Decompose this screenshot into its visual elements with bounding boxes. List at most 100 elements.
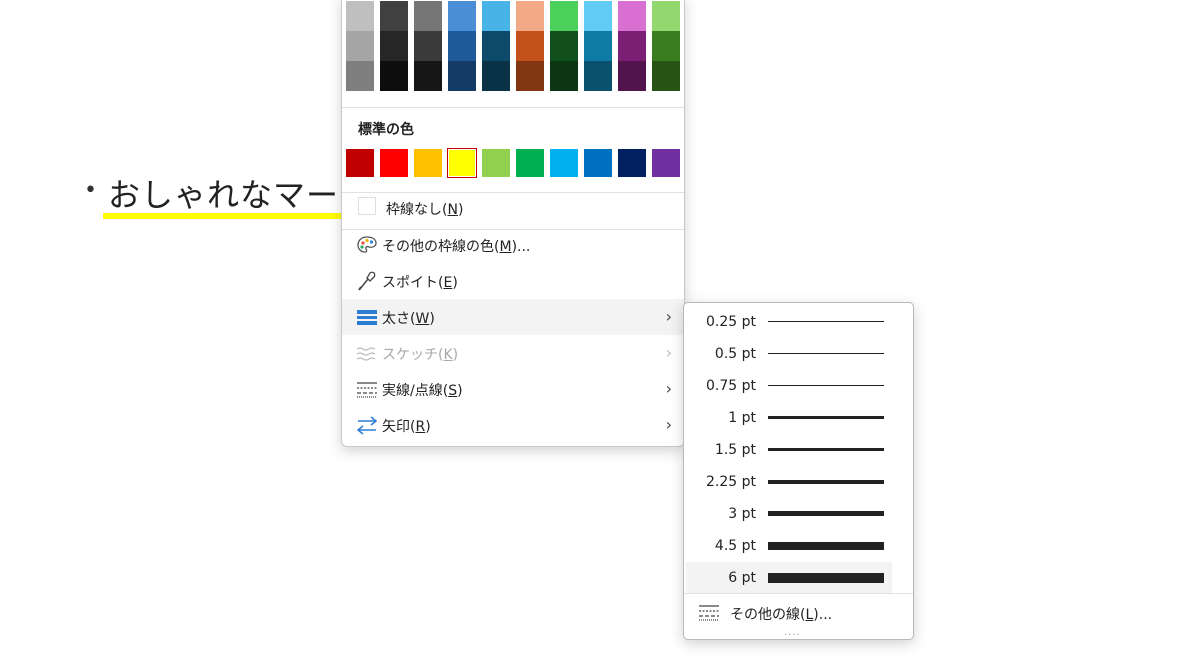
standard-color-swatch[interactable]: [346, 149, 374, 177]
theme-color-swatch[interactable]: [652, 31, 680, 61]
standard-color-swatch[interactable]: [516, 149, 544, 177]
weight-label: 2.25 pt: [706, 474, 756, 490]
theme-color-swatch[interactable]: [414, 31, 442, 61]
theme-color-swatch[interactable]: [584, 1, 612, 31]
theme-color-swatch[interactable]: [346, 31, 374, 61]
theme-col-1: [380, 1, 408, 91]
eyedropper-label: スポイト(E): [382, 275, 458, 291]
theme-col-0: [346, 1, 374, 91]
dash-icon: [356, 379, 378, 399]
line-weight-label: 太さ(W): [382, 311, 435, 327]
weight-option[interactable]: 4.5 pt: [686, 530, 892, 562]
standard-color-swatch[interactable]: [414, 149, 442, 177]
theme-color-swatch[interactable]: [652, 1, 680, 31]
bullet: •: [84, 178, 97, 203]
theme-color-swatch[interactable]: [550, 31, 578, 61]
theme-color-swatch[interactable]: [618, 61, 646, 91]
theme-color-swatch[interactable]: [482, 61, 510, 91]
weight-option[interactable]: 2.25 pt: [686, 466, 892, 498]
weight-label: 3 pt: [728, 506, 756, 522]
arrows-item[interactable]: 矢印(R) ›: [342, 407, 684, 443]
standard-color-swatch[interactable]: [618, 149, 646, 177]
theme-color-swatch[interactable]: [414, 1, 442, 31]
theme-color-swatch[interactable]: [380, 1, 408, 31]
theme-color-swatch[interactable]: [550, 1, 578, 31]
theme-color-swatch[interactable]: [618, 31, 646, 61]
theme-color-swatch[interactable]: [346, 1, 374, 31]
theme-color-swatch[interactable]: [482, 31, 510, 61]
standard-colors-title: 標準の色: [358, 122, 414, 138]
sketch-item[interactable]: スケッチ(K) ›: [342, 335, 684, 371]
theme-color-swatch[interactable]: [618, 1, 646, 31]
theme-color-swatch[interactable]: [380, 61, 408, 91]
eyedropper-item[interactable]: スポイト(E): [342, 263, 684, 299]
theme-color-swatch[interactable]: [516, 1, 544, 31]
sketch-label: スケッチ(K): [382, 347, 459, 363]
theme-color-swatch[interactable]: [516, 31, 544, 61]
weight-option[interactable]: 0.25 pt: [686, 306, 892, 338]
weight-line-preview: [768, 542, 884, 550]
weight-line-preview: [768, 353, 884, 354]
weight-option[interactable]: 3 pt: [686, 498, 892, 530]
weight-label: 0.75 pt: [706, 378, 756, 394]
weight-line-preview: [768, 573, 884, 583]
arrows-label: 矢印(R): [382, 419, 431, 435]
chevron-right-icon: ›: [665, 415, 672, 434]
theme-color-swatch[interactable]: [448, 31, 476, 61]
theme-color-swatch[interactable]: [584, 61, 612, 91]
theme-col-3: [448, 1, 476, 91]
weight-label: 1.5 pt: [714, 442, 756, 458]
line-weight-item[interactable]: 太さ(W) ›: [342, 299, 684, 335]
divider: [342, 192, 684, 193]
weight-option[interactable]: 1 pt: [686, 402, 892, 434]
theme-color-swatch[interactable]: [652, 61, 680, 91]
theme-color-swatch[interactable]: [516, 61, 544, 91]
weight-line-preview: [768, 416, 884, 419]
weight-line-preview: [768, 448, 884, 451]
border-color-menu: 標準の色 枠線なし(N) その他の枠線の色(M)... スポイト(E) 太さ(W…: [341, 0, 685, 447]
more-border-colors-label: その他の枠線の色(M)...: [382, 239, 531, 255]
theme-col-2: [414, 1, 442, 91]
weight-label: 1 pt: [728, 410, 756, 426]
chevron-right-icon: ›: [665, 379, 672, 398]
dash-type-label: 実線/点線(S): [382, 383, 463, 399]
standard-color-swatch[interactable]: [482, 149, 510, 177]
theme-color-swatch[interactable]: [482, 1, 510, 31]
weight-line-preview: [768, 321, 884, 322]
weight-option[interactable]: 6 pt: [686, 562, 892, 594]
weight-option[interactable]: 0.5 pt: [686, 338, 892, 370]
theme-col-6: [550, 1, 578, 91]
standard-color-swatch[interactable]: [380, 149, 408, 177]
document-text[interactable]: おしゃれなマー: [108, 170, 339, 216]
more-border-colors-item[interactable]: その他の枠線の色(M)...: [342, 227, 684, 263]
arrow-icon: [356, 415, 378, 435]
chevron-right-icon: ›: [665, 307, 672, 326]
theme-color-swatch[interactable]: [448, 1, 476, 31]
standard-color-swatch[interactable]: [550, 149, 578, 177]
theme-color-swatch[interactable]: [414, 61, 442, 91]
standard-color-swatch[interactable]: [652, 149, 680, 177]
theme-color-swatch[interactable]: [380, 31, 408, 61]
weight-option[interactable]: 1.5 pt: [686, 434, 892, 466]
weight-label: 4.5 pt: [714, 538, 756, 554]
standard-color-swatch-selected[interactable]: [447, 148, 477, 178]
theme-color-swatch[interactable]: [584, 31, 612, 61]
resize-grip[interactable]: ....: [784, 627, 801, 638]
weight-label: 6 pt: [728, 570, 756, 586]
line-weight-submenu: 0.25 pt 0.5 pt 0.75 pt 1 pt 1.5 pt 2.25 …: [683, 302, 914, 640]
weight-option[interactable]: 0.75 pt: [686, 370, 892, 402]
sketch-icon: [356, 343, 378, 363]
weight-label: 0.5 pt: [714, 346, 756, 362]
chevron-right-icon: ›: [665, 343, 672, 362]
line-weight-icon: [356, 307, 378, 327]
standard-color-swatch[interactable]: [584, 149, 612, 177]
weight-line-preview: [768, 480, 884, 484]
theme-color-swatch[interactable]: [448, 61, 476, 91]
palette-icon: [356, 235, 378, 255]
more-lines-item[interactable]: その他の線(L)...: [698, 601, 908, 625]
no-border-label: 枠線なし(N): [386, 202, 464, 218]
dash-type-item[interactable]: 実線/点線(S) ›: [342, 371, 684, 407]
theme-color-swatch[interactable]: [346, 61, 374, 91]
theme-color-swatch[interactable]: [550, 61, 578, 91]
more-lines-label: その他の線(L)...: [730, 607, 833, 623]
